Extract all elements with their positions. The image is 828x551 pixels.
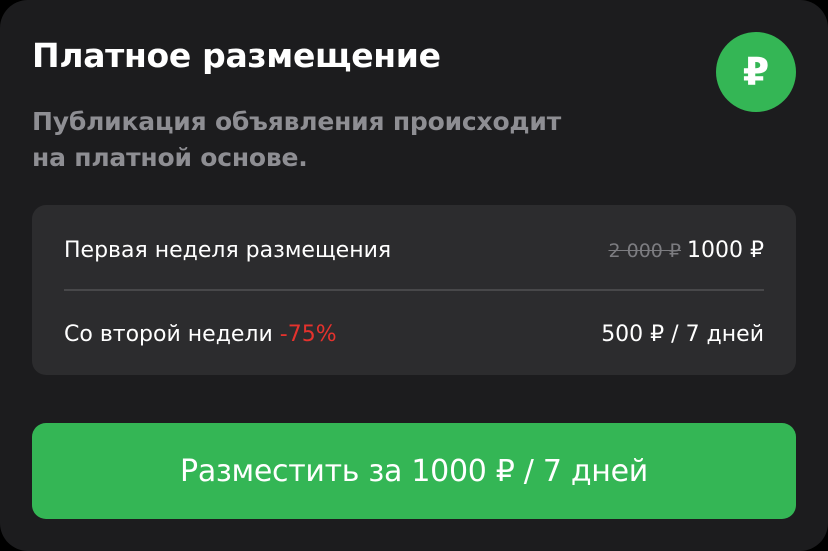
discount-badge: -75% — [279, 322, 337, 347]
place-ad-button[interactable]: Разместить за 1000 ₽ / 7 дней — [32, 423, 796, 519]
first-week-price: 1000 ₽ — [687, 238, 764, 263]
description-line-2: на платной основе. — [32, 143, 308, 172]
sheet-description: Публикация объявления происходит на плат… — [32, 104, 652, 176]
price-row-second-week: Со второй недели -75% 500 ₽ / 7 дней — [64, 292, 764, 377]
second-week-label-group: Со второй недели -75% — [64, 322, 337, 347]
ruble-icon: ₽ — [716, 32, 796, 112]
price-card: Первая неделя размещения 2 000 ₽1000 ₽ С… — [32, 205, 796, 375]
second-week-label: Со второй недели — [64, 322, 273, 347]
description-line-1: Публикация объявления происходит — [32, 107, 562, 136]
sheet-title: Платное размещение — [32, 36, 441, 75]
old-price: 2 000 ₽ — [608, 240, 682, 262]
paid-placement-sheet: Платное размещение ₽ Публикация объявлен… — [0, 0, 828, 551]
price-divider — [64, 289, 764, 291]
second-week-price: 500 ₽ / 7 дней — [601, 322, 764, 347]
first-week-label: Первая неделя размещения — [64, 238, 392, 263]
first-week-price-group: 2 000 ₽1000 ₽ — [608, 238, 764, 263]
price-row-first-week: Первая неделя размещения 2 000 ₽1000 ₽ — [64, 208, 764, 293]
